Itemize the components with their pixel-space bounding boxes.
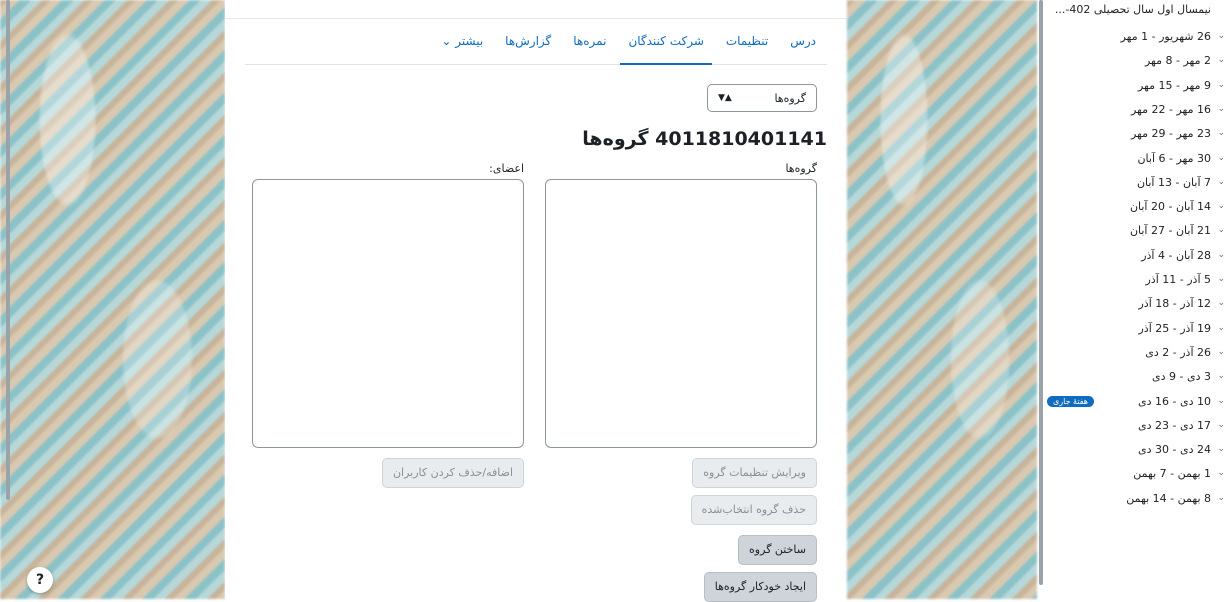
sidebar-week-item[interactable]: ⌄ 17 دی - 23 دی	[1043, 417, 1229, 437]
sidebar-week-item[interactable]: ⌄ 30 مهر - 6 آبان	[1043, 150, 1229, 170]
sidebar-week-item[interactable]: ⌄ 28 آبان - 4 آذر	[1043, 247, 1229, 267]
course-index-sidebar: نیمسال اول سال تحصیلی 402-... ⌄ 26 شهریور…	[1043, 0, 1229, 599]
header-edge	[225, 0, 847, 19]
chevron-down-icon[interactable]: ⌄	[1217, 104, 1225, 114]
chevron-down-icon[interactable]: ⌄	[1217, 31, 1225, 41]
sidebar-week-item[interactable]: ⌄ 5 آذر - 11 آذر	[1043, 271, 1229, 291]
sidebar-week-item[interactable]: ⌄ 8 بهمن - 14 بهمن	[1043, 490, 1229, 510]
chevron-down-icon[interactable]: ⌄	[1217, 323, 1225, 333]
sidebar-week-label: 5 آذر - 11 آذر	[1145, 273, 1212, 286]
sidebar-week-item[interactable]: ⌄ 26 آذر - 2 دی	[1043, 344, 1229, 364]
sidebar-week-label: 17 دی - 23 دی	[1138, 418, 1211, 432]
background-art-left	[0, 0, 225, 599]
chevron-down-icon[interactable]: ⌄	[1217, 55, 1225, 65]
chevron-down-icon[interactable]: ⌄	[1217, 128, 1225, 138]
sidebar-week-item[interactable]: ⌄ 10 دی - 16 دی هفتهٔ جاری	[1043, 393, 1229, 413]
edit-group-settings-button[interactable]: ویرایش تنظیمات گروه	[692, 458, 817, 488]
sidebar-week-label: 7 آبان - 13 آبان	[1136, 175, 1211, 189]
select-arrows-icon: ▲▼	[718, 93, 732, 103]
sidebar-week-label: 9 مهر - 15 مهر	[1137, 78, 1211, 92]
chevron-down-icon[interactable]: ⌄	[1217, 371, 1225, 381]
groups-label: گروه‌ها	[785, 162, 817, 175]
chevron-down-icon[interactable]: ⌄	[1217, 420, 1225, 430]
chevron-down-icon[interactable]: ⌄	[1217, 201, 1225, 211]
chevron-down-icon[interactable]: ⌄	[1217, 80, 1225, 90]
main-content: درس تنظیمات شرکت کنندگان نمره‌ها گزارش‌ه…	[225, 0, 847, 602]
sidebar-week-label: 2 مهر - 8 مهر	[1144, 54, 1211, 68]
chevron-down-icon[interactable]: ⌄	[1217, 177, 1225, 187]
sidebar-week-item[interactable]: ⌄ 1 بهمن - 7 بهمن	[1043, 465, 1229, 485]
page-title: 4011810401141 گروه‌ها	[582, 128, 827, 150]
chevron-down-icon[interactable]: ⌄	[1217, 468, 1225, 478]
sidebar-week-label: 14 آبان - 20 آبان	[1129, 200, 1211, 214]
sidebar-week-label: 21 آبان - 27 آبان	[1129, 224, 1211, 238]
sidebar-week-item[interactable]: ⌄ 26 شهریور - 1 مهر	[1043, 28, 1229, 48]
chevron-down-icon[interactable]: ⌄	[1217, 225, 1225, 235]
current-week-badge: هفتهٔ جاری	[1047, 395, 1095, 407]
sidebar-week-item[interactable]: ⌄ 7 آبان - 13 آبان	[1043, 174, 1229, 194]
sidebar-week-label: 12 آذر - 18 آذر	[1138, 297, 1212, 311]
sidebar-week-label: 30 مهر - 6 آبان	[1137, 151, 1211, 165]
sidebar-week-item[interactable]: ⌄ 14 آبان - 20 آبان	[1043, 198, 1229, 218]
members-listbox[interactable]	[252, 179, 524, 448]
sidebar-week-label: 10 دی - 16 دی	[1138, 394, 1211, 408]
tab-settings[interactable]: تنظیمات	[718, 18, 776, 64]
help-button[interactable]: ?	[27, 567, 53, 593]
sidebar-week-item[interactable]: ⌄ 2 مهر - 8 مهر	[1043, 52, 1229, 72]
tab-participants[interactable]: شرکت کنندگان	[620, 18, 713, 65]
tab-grades[interactable]: نمره‌ها	[565, 18, 614, 64]
sidebar-week-item[interactable]: ⌄ 12 آذر - 18 آذر	[1043, 295, 1229, 315]
sidebar-week-item[interactable]: ⌄ 24 دی - 30 دی	[1043, 441, 1229, 461]
tab-more[interactable]: بیشتر ⌄	[433, 18, 491, 64]
chevron-down-icon[interactable]: ⌄	[1217, 396, 1225, 406]
sidebar-week-label: 24 دی - 30 دی	[1138, 443, 1211, 457]
sidebar-week-label: 3 دی - 9 دی	[1152, 370, 1211, 384]
sidebar-week-label: 16 مهر - 22 مهر	[1130, 102, 1211, 116]
sidebar-week-label: 19 آذر - 25 آذر	[1138, 321, 1212, 335]
sidebar-week-item[interactable]: ⌄ 16 مهر - 22 مهر	[1043, 101, 1229, 121]
sidebar-week-item[interactable]: ⌄ 3 دی - 9 دی	[1043, 368, 1229, 388]
chevron-down-icon[interactable]: ⌄	[1217, 493, 1225, 503]
sidebar-week-label: 23 مهر - 29 مهر	[1130, 127, 1211, 141]
course-tabs: درس تنظیمات شرکت کنندگان نمره‌ها گزارش‌ه…	[245, 18, 827, 65]
sidebar-week-label: 8 بهمن - 14 بهمن	[1126, 491, 1211, 505]
chevron-down-icon[interactable]: ⌄	[1217, 347, 1225, 357]
auto-create-groups-button[interactable]: ایجاد خودکار گروه‌ها	[703, 572, 817, 602]
groups-navigation-select[interactable]: گروه‌ها ▲▼	[707, 84, 817, 112]
select-value: گروه‌ها	[774, 91, 806, 105]
chevron-down-icon[interactable]: ⌄	[1217, 444, 1225, 454]
sidebar-week-label: 28 آبان - 4 آذر	[1141, 248, 1211, 262]
sidebar-week-label: 26 آذر - 2 دی	[1145, 345, 1211, 359]
sidebar-week-item[interactable]: ⌄ 19 آذر - 25 آذر	[1043, 320, 1229, 340]
chevron-down-icon[interactable]: ⌄	[1217, 274, 1225, 284]
members-label: اعضای:	[489, 162, 524, 175]
left-scrollbar[interactable]	[6, 0, 10, 500]
sidebar-week-item[interactable]: ⌄ 21 آبان - 27 آبان	[1043, 222, 1229, 242]
delete-selected-group-button[interactable]: حذف گروه انتخاب‌شده	[690, 495, 817, 525]
sidebar-week-label: 26 شهریور - 1 مهر	[1120, 30, 1211, 43]
sidebar-section-header[interactable]: نیمسال اول سال تحصیلی 402-...	[1055, 3, 1211, 16]
chevron-down-icon[interactable]: ⌄	[1217, 250, 1225, 260]
sidebar-week-label: 1 بهمن - 7 بهمن	[1133, 467, 1211, 481]
create-group-button[interactable]: ساختن گروه	[738, 535, 817, 565]
add-remove-users-button[interactable]: اضافه/حذف کردن کاربران	[381, 458, 524, 488]
groups-listbox[interactable]	[545, 179, 817, 448]
background-art-right	[847, 0, 1037, 599]
chevron-down-icon[interactable]: ⌄	[1217, 298, 1225, 308]
tab-reports[interactable]: گزارش‌ها	[497, 18, 559, 64]
chevron-down-icon[interactable]: ⌄	[1217, 153, 1225, 163]
sidebar-week-item[interactable]: ⌄ 23 مهر - 29 مهر	[1043, 125, 1229, 145]
sidebar-week-item[interactable]: ⌄ 9 مهر - 15 مهر	[1043, 77, 1229, 97]
tab-course[interactable]: درس	[782, 18, 824, 64]
